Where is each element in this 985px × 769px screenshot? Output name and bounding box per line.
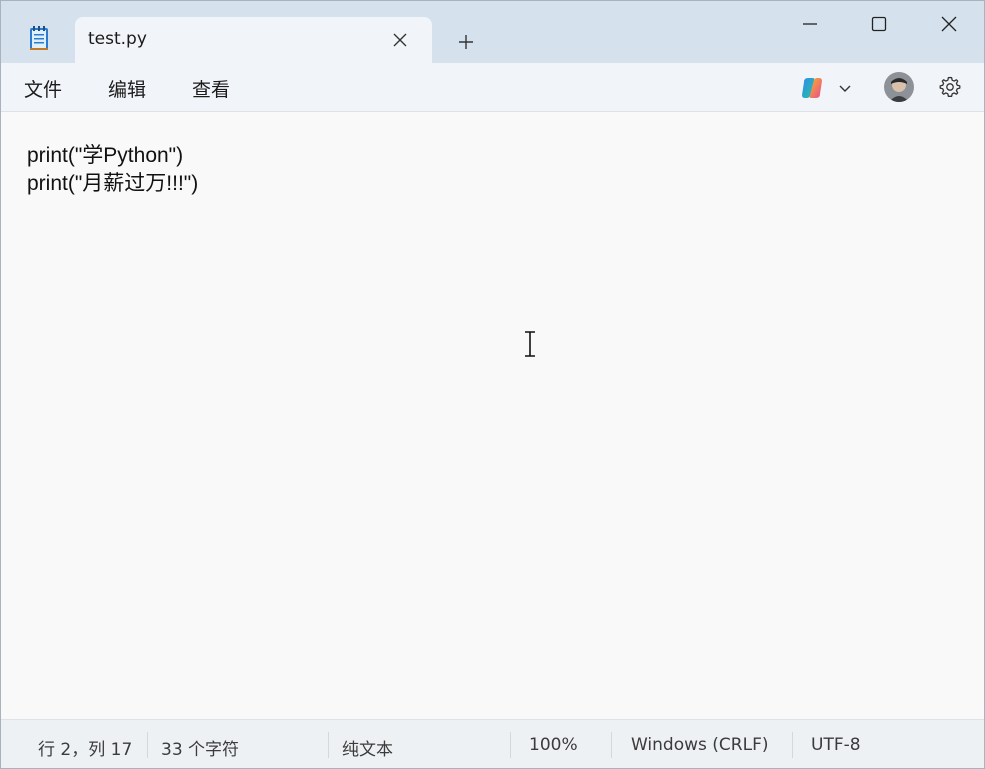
copilot-icon[interactable] [800, 76, 824, 100]
status-divider [611, 732, 612, 758]
tab-test-py[interactable]: test.py [75, 17, 432, 63]
tab-title: test.py [88, 29, 147, 49]
plus-icon [459, 35, 473, 49]
minimize-icon [803, 23, 817, 25]
window-close-button[interactable] [926, 7, 972, 41]
status-encoding: UTF-8 [811, 735, 861, 755]
status-char-count: 33 个字符 [161, 740, 240, 760]
editor-line-2: print("月薪过万!!!") [27, 172, 199, 195]
notepad-window: test.py 文件 编辑 查看 print("学Python") print(… [0, 0, 985, 769]
chevron-down-icon[interactable] [837, 80, 853, 96]
status-cursor-position: 行 2，列 17 [38, 740, 133, 760]
status-divider [147, 732, 148, 758]
menu-file[interactable]: 文件 [24, 75, 62, 102]
status-text-format: 纯文本 [342, 740, 393, 760]
text-editor[interactable]: print("学Python") print("月薪过万!!!") [1, 112, 984, 719]
gear-icon[interactable] [938, 75, 962, 99]
window-close-icon [941, 16, 957, 32]
tab-close-button[interactable] [388, 28, 412, 52]
new-tab-button[interactable] [453, 29, 479, 55]
avatar[interactable] [884, 72, 914, 102]
status-line-ending: Windows (CRLF) [631, 735, 769, 755]
notepad-icon [30, 26, 48, 50]
title-bar: test.py [1, 1, 984, 63]
text-cursor-icon [525, 331, 535, 357]
menu-edit[interactable]: 编辑 [108, 75, 146, 102]
close-icon [393, 33, 407, 47]
status-bar: 行 2，列 17 33 个字符 纯文本 100% Windows (CRLF) … [1, 719, 984, 768]
status-divider [510, 732, 511, 758]
status-divider [792, 732, 793, 758]
status-divider [328, 732, 329, 758]
status-zoom[interactable]: 100% [529, 735, 578, 755]
minimize-button[interactable] [787, 7, 833, 41]
maximize-icon [871, 16, 887, 32]
maximize-button[interactable] [856, 7, 902, 41]
editor-line-1: print("学Python") [27, 144, 184, 167]
menu-view[interactable]: 查看 [192, 75, 230, 102]
